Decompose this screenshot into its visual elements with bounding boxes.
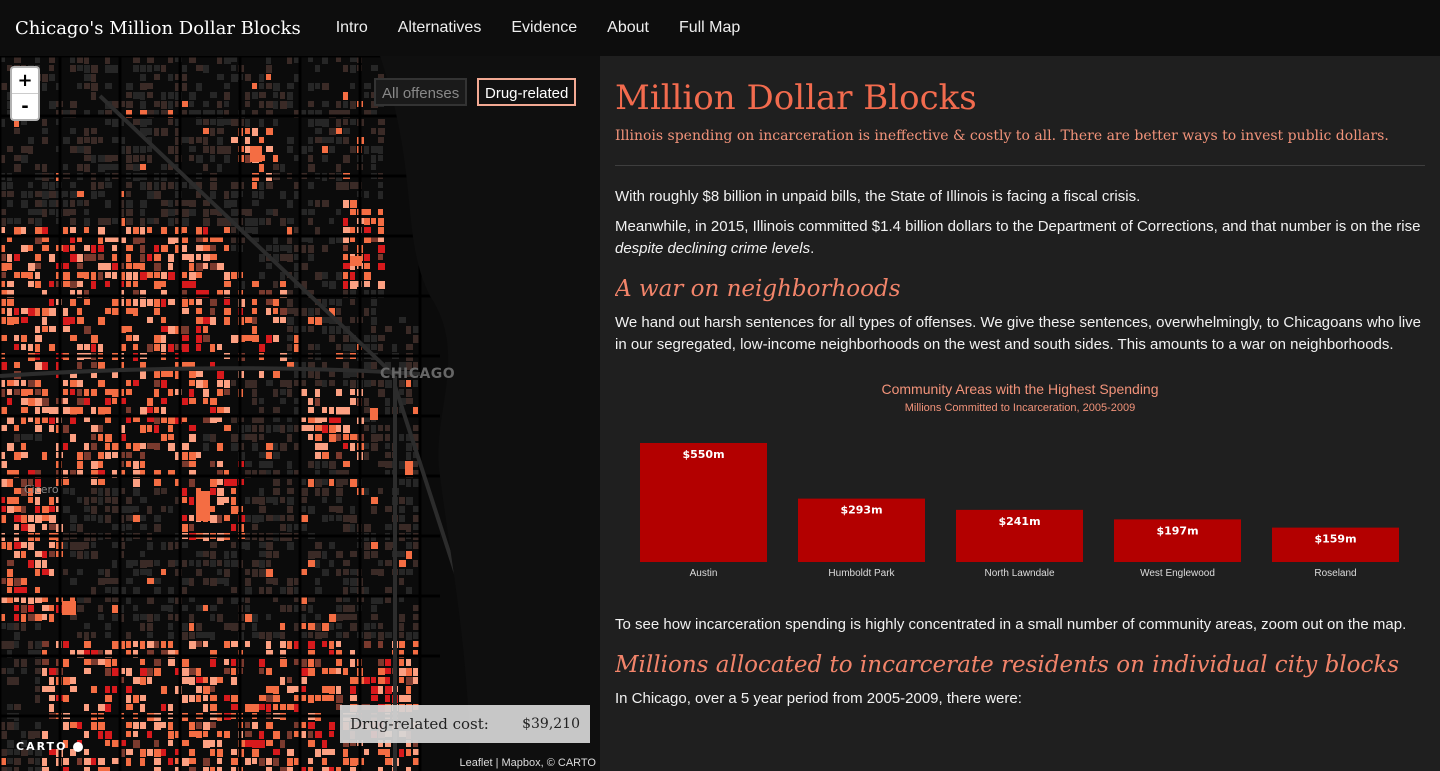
- nav-full-map[interactable]: Full Map: [679, 19, 740, 37]
- map-block[interactable]: [250, 146, 262, 162]
- carto-dot-icon: [73, 742, 84, 752]
- spending-chart-svg: Community Areas with the Highest Spendin…: [640, 381, 1399, 579]
- chart-title: Community Areas with the Highest Spendin…: [881, 381, 1158, 397]
- nav-intro[interactable]: Intro: [336, 19, 368, 37]
- spending-chart: Community Areas with the Highest Spendin…: [615, 380, 1425, 598]
- cost-label: Drug-related cost:: [350, 715, 489, 733]
- chart-bar-label: $197m: [1156, 524, 1198, 537]
- intro-paragraph-1: With roughly $8 billion in unpaid bills,…: [615, 188, 1141, 205]
- page-title: Million Dollar Blocks: [615, 78, 977, 118]
- map-block[interactable]: [196, 491, 210, 521]
- section-heading-war: A war on neighborhoods: [615, 276, 901, 302]
- carto-logo: CARTO: [16, 740, 84, 753]
- chart-bar-label: $159m: [1314, 533, 1356, 546]
- all-offenses-toggle[interactable]: All offenses: [374, 78, 468, 106]
- chart-category-label: Humboldt Park: [828, 568, 895, 579]
- nav-about[interactable]: About: [607, 19, 649, 37]
- map-block[interactable]: [350, 256, 362, 266]
- map-block[interactable]: [62, 601, 76, 615]
- top-navbar: Chicago's Million Dollar Blocks Intro Al…: [0, 0, 1440, 56]
- chart-category-label: Roseland: [1314, 568, 1356, 579]
- drug-related-toggle[interactable]: Drug-related: [477, 78, 577, 106]
- suburb-label: Cicero: [24, 483, 59, 496]
- intro-paragraph-2: Meanwhile, in 2015, Illinois committed $…: [615, 218, 1421, 257]
- cost-value: $39,210: [522, 716, 580, 732]
- zoom-control: + -: [10, 66, 40, 121]
- nav-alternatives[interactable]: Alternatives: [398, 19, 482, 37]
- map-block[interactable]: [370, 408, 378, 420]
- chart-category-label: West Englewood: [1140, 568, 1215, 579]
- incarceration-map[interactable]: CHICAGO Cicero + - All offenses Drug-rel…: [0, 56, 600, 771]
- zoom-out-button[interactable]: -: [12, 93, 38, 119]
- map-blocks: [0, 56, 420, 771]
- chart-category-label: Austin: [690, 568, 718, 579]
- chart-category-label: North Lawndale: [984, 568, 1054, 579]
- page-subtitle: Illinois spending on incarceration is in…: [615, 128, 1389, 144]
- cost-readout: Drug-related cost: $39,210: [340, 705, 590, 743]
- site-brand[interactable]: Chicago's Million Dollar Blocks: [15, 18, 301, 39]
- war-paragraph: We hand out harsh sentences for all type…: [615, 314, 1422, 353]
- nav-evidence[interactable]: Evidence: [511, 19, 577, 37]
- zoom-hint-paragraph: To see how incarceration spending is hig…: [615, 616, 1407, 633]
- map-attribution[interactable]: Leaflet | Mapbox, © CARTO: [459, 757, 596, 769]
- map-block[interactable]: [405, 461, 413, 475]
- blocks-intro-paragraph: In Chicago, over a 5 year period from 20…: [615, 690, 1022, 707]
- zoom-in-button[interactable]: +: [12, 68, 38, 93]
- article-content: Million Dollar Blocks Illinois spending …: [615, 56, 1425, 771]
- chart-subtitle: Millions Committed to Incarceration, 200…: [905, 402, 1136, 414]
- chart-bar-label: $550m: [682, 448, 724, 461]
- city-label: CHICAGO: [380, 366, 456, 382]
- divider: [615, 165, 1425, 166]
- map-tiles[interactable]: [0, 56, 600, 771]
- chart-bar-label: $241m: [998, 515, 1040, 528]
- chart-bar-label: $293m: [840, 504, 882, 517]
- section-heading-millions: Millions allocated to incarcerate reside…: [615, 652, 1400, 678]
